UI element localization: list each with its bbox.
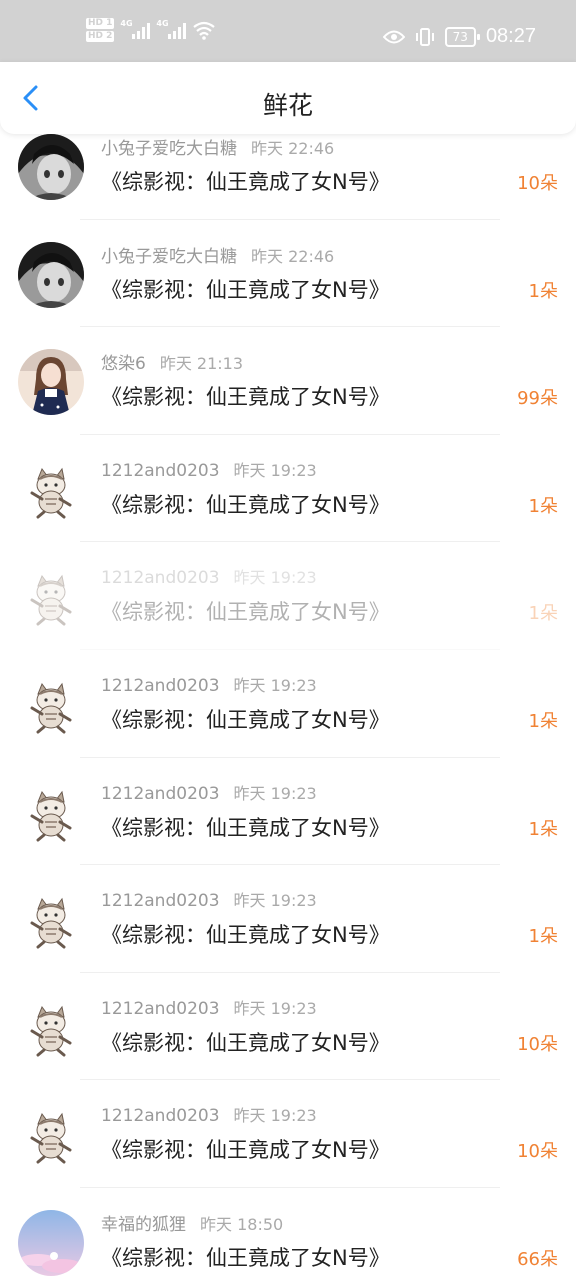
- flower-gift-list: 小兔子爱吃大白糖 昨天 22:46 《综影视：仙王竟成了女N号》 10朵 小兔子爱吃大白…: [0, 124, 576, 1280]
- sender-name[interactable]: 1212and0203: [101, 461, 220, 481]
- book-title: 《综影视：仙王竟成了女N号》: [101, 923, 390, 948]
- timestamp: 昨天 22:46: [251, 246, 335, 266]
- timestamp: 昨天 18:50: [200, 1215, 284, 1234]
- book-title: 《综影视：仙王竟成了女N号》: [101, 170, 390, 194]
- clock: 08:27: [485, 25, 536, 47]
- flower-count: 10朵: [517, 1141, 558, 1163]
- vibrate-icon: [415, 27, 434, 46]
- network-indicators: HD 1 HD 2 4G 4G: [86, 18, 216, 42]
- list-item[interactable]: 1212and0203 昨天 19:23 《综影视：仙王竟成了女N号》 1朵: [0, 865, 576, 973]
- timestamp: 昨天 19:23: [233, 1106, 317, 1126]
- header-bar: 鲜花: [0, 62, 576, 134]
- list-item[interactable]: 1212and0203 昨天 19:23 《综影视：仙王竟成了女N号》 1朵: [0, 435, 576, 543]
- list-item[interactable]: 悠染6 昨天 21:13 《综影视：仙王竟成了女N号》 99朵: [0, 327, 576, 435]
- avatar[interactable]: [18, 887, 84, 954]
- avatar[interactable]: [18, 779, 84, 846]
- avatar[interactable]: [18, 994, 84, 1061]
- list-item[interactable]: 小兔子爱吃大白糖 昨天 22:46 《综影视：仙王竟成了女N号》 1朵: [0, 220, 576, 328]
- sender-meta: 悠染6 昨天 21:13: [101, 349, 243, 374]
- avatar[interactable]: [18, 349, 84, 416]
- book-title: 《综影视：仙王竟成了女N号》: [101, 385, 390, 410]
- avatar[interactable]: [18, 672, 84, 738]
- avatar[interactable]: [18, 134, 84, 200]
- timestamp: 昨天 21:13: [159, 354, 244, 374]
- avatar[interactable]: [18, 241, 84, 308]
- sender-meta: 1212and0203 昨天 19:23: [101, 1102, 317, 1126]
- wifi-icon: [193, 21, 216, 40]
- timestamp: 昨天 19:23: [233, 568, 317, 588]
- flower-count: 1朵: [528, 280, 558, 302]
- sender-meta: 小兔子爱吃大白糖 昨天 22:46: [101, 134, 334, 159]
- sender-meta: 1212and0203 昨天 19:23: [101, 780, 317, 804]
- avatar[interactable]: [18, 564, 84, 631]
- sender-meta: 1212and0203 昨天 19:23: [101, 995, 317, 1019]
- book-title: 《综影视：仙王竟成了女N号》: [101, 600, 390, 625]
- timestamp: 昨天 22:46: [251, 139, 335, 158]
- flower-count: 99朵: [517, 388, 558, 410]
- sender-meta: 1212and0203 昨天 19:23: [101, 672, 317, 696]
- book-title: 《综影视：仙王竟成了女N号》: [101, 1138, 390, 1163]
- network-type-label: 4G: [156, 19, 169, 28]
- status-bar: HD 1 HD 2 4G 4G 73 08:27: [0, 0, 576, 62]
- sender-name[interactable]: 1212and0203: [101, 676, 220, 696]
- sender-name[interactable]: 1212and0203: [101, 784, 220, 804]
- eye-icon: [382, 30, 405, 43]
- page-title: 鲜花: [262, 91, 313, 120]
- flower-count: 10朵: [517, 1033, 558, 1055]
- list-item[interactable]: 1212and0203 昨天 19:23 《综影视：仙王竟成了女N号》 1朵: [0, 758, 576, 866]
- sender-name[interactable]: 悠染6: [101, 354, 146, 374]
- sender-name[interactable]: 1212and0203: [101, 1106, 220, 1126]
- timestamp: 昨天 19:23: [233, 460, 317, 480]
- sender-meta: 幸福的狐狸 昨天 18:50: [101, 1210, 283, 1235]
- timestamp: 昨天 19:23: [233, 998, 317, 1018]
- avatar[interactable]: [18, 456, 84, 523]
- sender-name[interactable]: 1212and0203: [101, 999, 220, 1019]
- book-title: 《综影视：仙王竟成了女N号》: [101, 1030, 390, 1055]
- sender-name[interactable]: 幸福的狐狸: [101, 1215, 186, 1235]
- timestamp: 昨天 19:23: [233, 783, 317, 803]
- hd2-badge: HD 2: [86, 31, 115, 42]
- list-item[interactable]: 1212and0203 昨天 19:23 《综影视：仙王竟成了女N号》 10朵: [0, 973, 576, 1081]
- hd1-badge: HD 1: [86, 18, 115, 29]
- battery-icon: 73: [444, 26, 481, 47]
- book-title: 《综影视：仙王竟成了女N号》: [101, 1246, 390, 1270]
- flower-count: 1朵: [528, 818, 558, 840]
- timestamp: 昨天 19:23: [233, 676, 317, 695]
- book-title: 《综影视：仙王竟成了女N号》: [101, 815, 390, 840]
- sender-name[interactable]: 小兔子爱吃大白糖: [101, 247, 237, 267]
- network-type-label: 4G: [120, 19, 133, 28]
- list-item[interactable]: 1212and0203 昨天 19:23 《综影视：仙王竟成了女N号》 10朵: [0, 1080, 576, 1188]
- book-title: 《综影视：仙王竟成了女N号》: [101, 492, 390, 517]
- sender-meta: 1212and0203 昨天 19:23: [101, 564, 317, 588]
- hd-badges: HD 1 HD 2: [86, 18, 115, 42]
- signal-icon: 4G: [120, 19, 151, 39]
- avatar[interactable]: [18, 1102, 84, 1169]
- sender-name[interactable]: 1212and0203: [101, 891, 220, 911]
- list-item[interactable]: 1212and0203 昨天 19:23 《综影视：仙王竟成了女N号》 1朵: [0, 542, 576, 650]
- flower-count: 66朵: [517, 1249, 558, 1270]
- flower-count: 1朵: [528, 603, 558, 625]
- timestamp: 昨天 19:23: [233, 891, 317, 911]
- flower-count: 1朵: [528, 711, 558, 732]
- system-indicators: 73 08:27: [382, 25, 536, 48]
- sender-meta: 1212and0203 昨天 19:23: [101, 887, 317, 911]
- book-title: 《综影视：仙王竟成了女N号》: [101, 277, 390, 302]
- flower-count: 10朵: [517, 173, 558, 194]
- sender-name[interactable]: 1212and0203: [101, 568, 220, 588]
- list-item[interactable]: 小兔子爱吃大白糖 昨天 22:46 《综影视：仙王竟成了女N号》 10朵: [0, 124, 576, 220]
- list-item[interactable]: 1212and0203 昨天 19:23 《综影视：仙王竟成了女N号》 1朵: [0, 650, 576, 758]
- flower-count: 1朵: [528, 495, 558, 517]
- sender-meta: 小兔子爱吃大白糖 昨天 22:46: [101, 242, 334, 267]
- avatar[interactable]: [18, 1210, 84, 1276]
- sender-name[interactable]: 小兔子爱吃大白糖: [101, 139, 237, 159]
- sender-meta: 1212and0203 昨天 19:23: [101, 457, 317, 481]
- book-title: 《综影视：仙王竟成了女N号》: [101, 708, 390, 732]
- flower-count: 1朵: [528, 926, 558, 948]
- list-item[interactable]: 幸福的狐狸 昨天 18:50 《综影视：仙王竟成了女N号》 66朵: [0, 1188, 576, 1280]
- signal-icon: 4G: [156, 19, 187, 39]
